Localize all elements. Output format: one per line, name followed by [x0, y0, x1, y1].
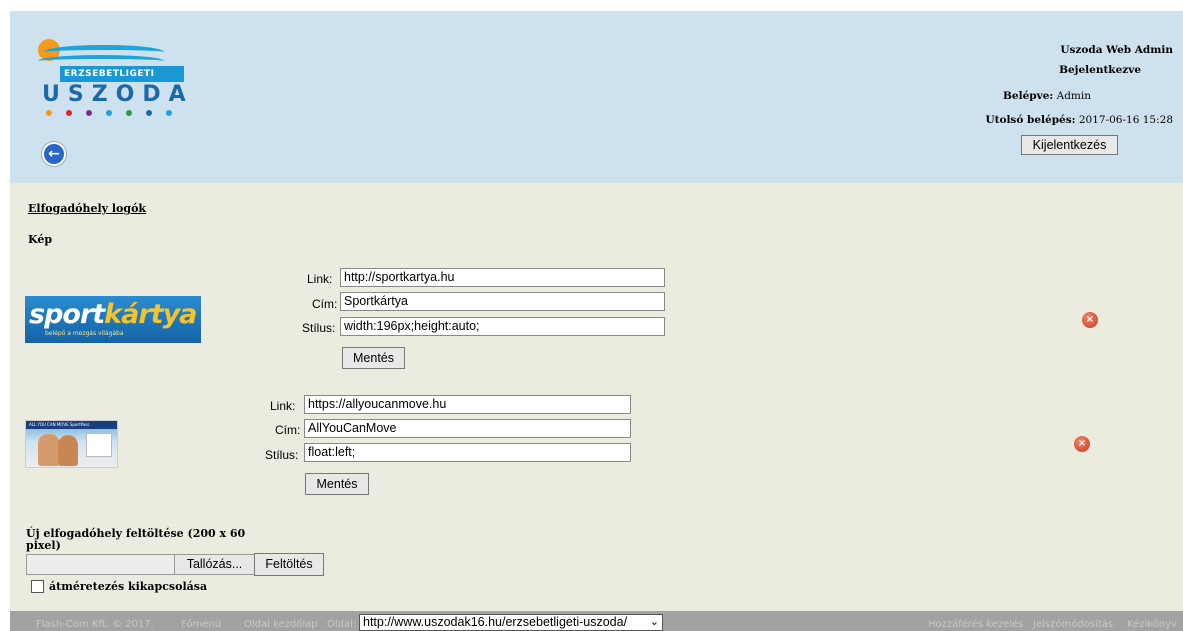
- page-select-value: http://www.uszodak16.hu/erzsebetligeti-u…: [363, 615, 628, 629]
- logo-text: ALL YOU CAN MOVE SportPass: [26, 421, 117, 429]
- last-login: Utolsó belépés: 2017-06-16 15:28: [985, 114, 1173, 126]
- chevron-down-icon: ⌄: [649, 616, 659, 628]
- footer-password-link[interactable]: Jelszómódosítás: [1033, 619, 1113, 630]
- logo-dot-icon: [166, 110, 172, 116]
- footer-copyright: Flash-Com Kft. © 2017.: [36, 619, 154, 630]
- resize-checkbox[interactable]: [31, 580, 44, 593]
- admin-info: Uszoda Web Admin Bejelentkezve Belépve: …: [913, 44, 1173, 134]
- section-title-link[interactable]: Elfogadóhely logók: [28, 202, 146, 215]
- column-header: Kép: [28, 233, 53, 246]
- uszoda-logo: ERZSEBETLIGETI USZODA: [36, 37, 186, 122]
- style-label: Stílus:: [265, 448, 299, 462]
- save-button[interactable]: Mentés: [305, 473, 369, 495]
- file-input[interactable]: Tallózás...: [26, 554, 254, 575]
- style-label: Stílus:: [302, 321, 336, 335]
- logo-text: kártya: [104, 299, 197, 330]
- footer: Flash-Com Kft. © 2017. Főmenü Oldal kezd…: [10, 611, 1183, 631]
- page-select[interactable]: http://www.uszodak16.hu/erzsebetligeti-u…: [359, 614, 663, 631]
- upload-title: Új elfogadóhely feltöltése (200 x 60 pix…: [26, 527, 246, 552]
- delete-icon[interactable]: ×: [1082, 312, 1098, 328]
- footer-menu-link[interactable]: Főmenü: [181, 619, 221, 630]
- title-input[interactable]: Sportkártya: [340, 292, 665, 311]
- logo-dot-icon: [146, 110, 152, 116]
- logo-dots: [46, 110, 172, 116]
- username: Admin: [1056, 90, 1091, 102]
- logo-dot-icon: [46, 110, 52, 116]
- footer-home-link[interactable]: Oldal kezdőlap: [244, 619, 318, 630]
- link-input[interactable]: http://sportkartya.hu: [340, 268, 665, 287]
- admin-title: Uszoda Web Admin: [1060, 44, 1173, 56]
- title-input[interactable]: AllYouCanMove: [304, 419, 631, 438]
- upload-button[interactable]: Feltöltés: [254, 553, 324, 576]
- style-input[interactable]: float:left;: [304, 443, 631, 462]
- logged-in-user: Belépve: Admin: [1003, 90, 1091, 102]
- link-label: Link:: [307, 272, 333, 286]
- login-status: Bejelentkezve: [1059, 64, 1141, 76]
- footer-manual-link[interactable]: Kézikönyv: [1127, 619, 1177, 630]
- link-label: Link:: [270, 399, 296, 413]
- resize-checkbox-label: átméretezés kikapcsolása: [49, 580, 208, 593]
- allyoucanmove-logo-image: ALL YOU CAN MOVE SportPass: [25, 420, 118, 468]
- logo-tagline: belépő a mozgás világába: [45, 330, 124, 337]
- title-label: Cím:: [275, 423, 301, 437]
- logo-main-text: USZODA: [42, 82, 194, 107]
- sportkartya-logo-image: sportkártya belépő a mozgás világába: [25, 296, 201, 343]
- logo-dot-icon: [106, 110, 112, 116]
- logo-dot-icon: [66, 110, 72, 116]
- browse-button[interactable]: Tallózás...: [174, 555, 254, 574]
- title-label: Cím:: [312, 297, 338, 311]
- link-input[interactable]: https://allyoucanmove.hu: [304, 395, 631, 414]
- logout-button[interactable]: Kijelentkezés: [1021, 135, 1118, 155]
- last-login-value: 2017-06-16 15:28: [1078, 114, 1173, 126]
- logo-dot-icon: [86, 110, 92, 116]
- back-arrow-icon[interactable]: ←: [42, 142, 66, 166]
- logo-dot-icon: [126, 110, 132, 116]
- save-button[interactable]: Mentés: [342, 347, 405, 369]
- footer-page-label: Oldal:: [327, 619, 357, 630]
- delete-icon[interactable]: ×: [1074, 436, 1090, 452]
- file-path-field[interactable]: [27, 555, 174, 574]
- footer-access-link[interactable]: Hozzáférés kezelés: [928, 619, 1024, 630]
- logo-top-text: ERZSEBETLIGETI: [60, 66, 184, 82]
- logo-text: sport: [29, 299, 105, 330]
- style-input[interactable]: width:196px;height:auto;: [340, 317, 665, 336]
